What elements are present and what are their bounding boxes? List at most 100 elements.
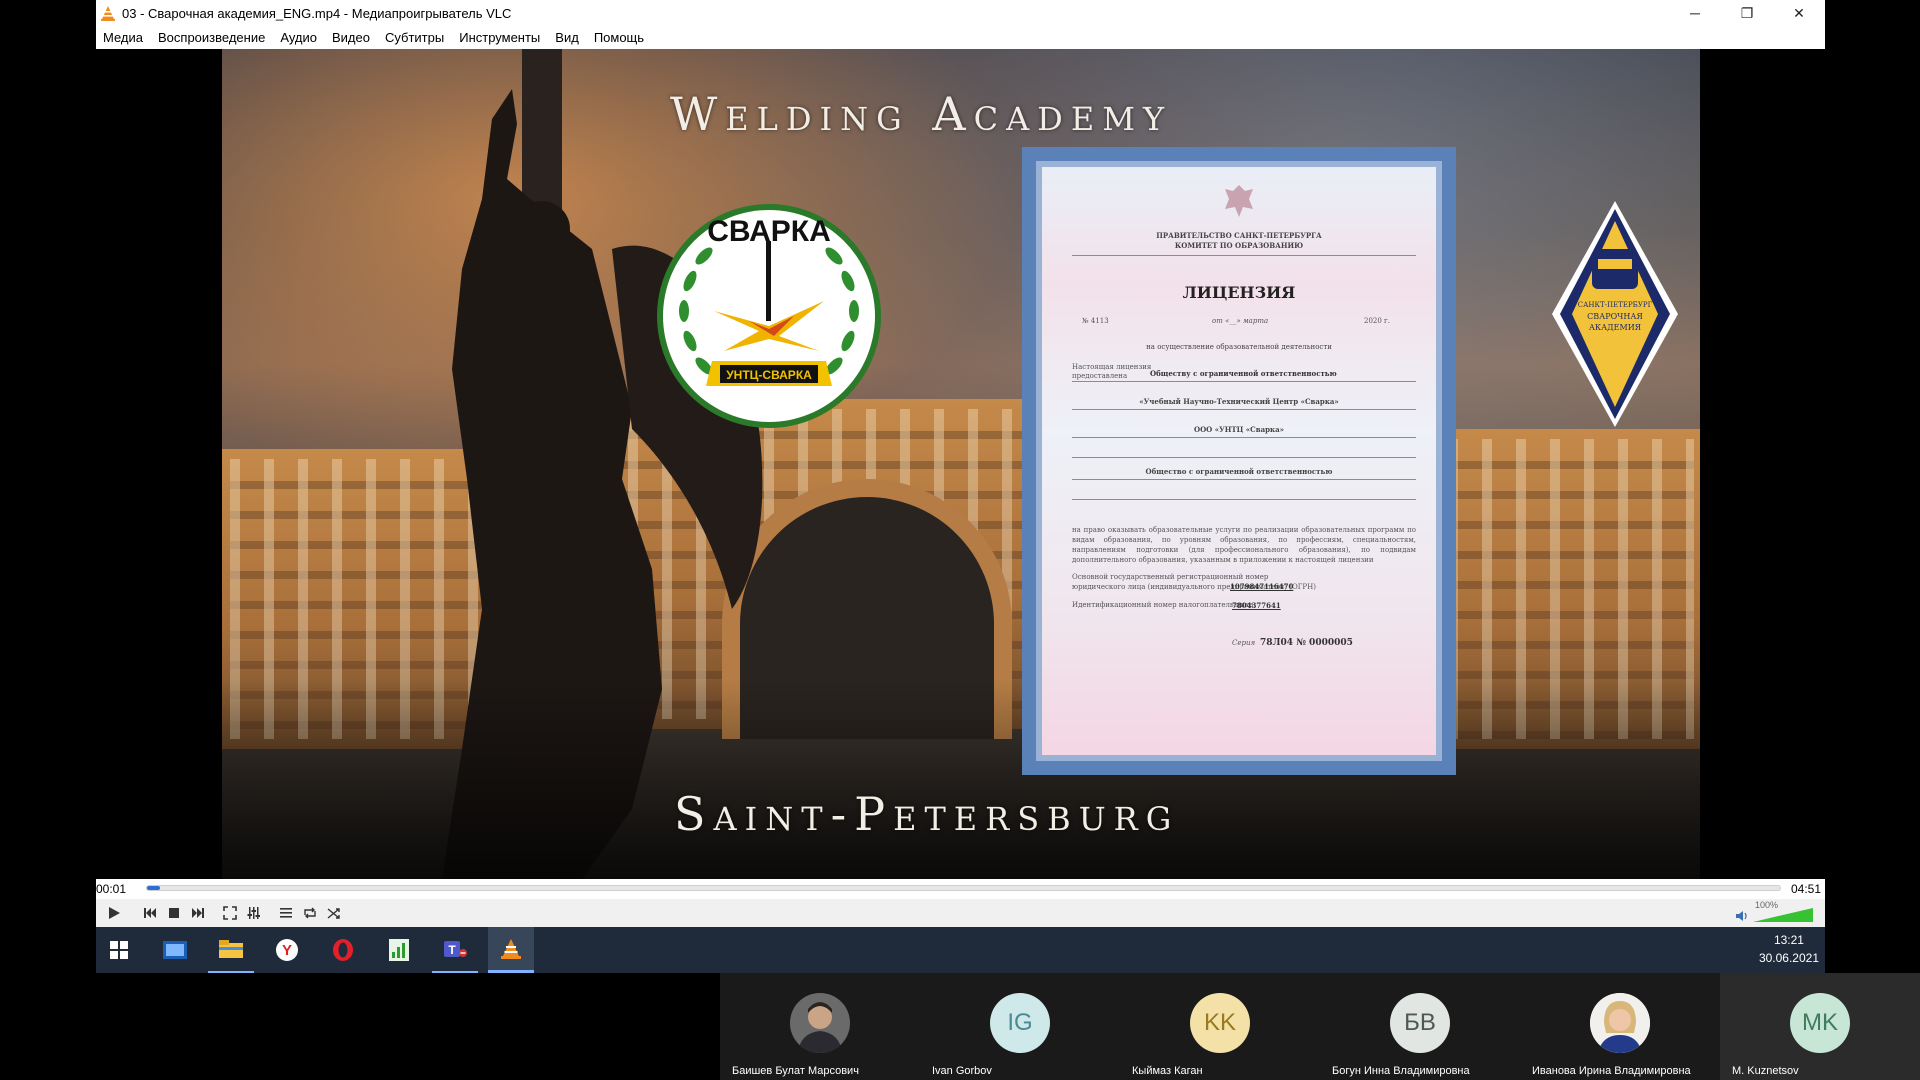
menu-audio[interactable]: Аудио bbox=[280, 30, 317, 45]
loop-icon bbox=[304, 907, 316, 919]
menu-help[interactable]: Помощь bbox=[594, 30, 644, 45]
start-button[interactable] bbox=[96, 927, 142, 973]
playlist-button[interactable] bbox=[274, 902, 298, 924]
svg-text:T: T bbox=[448, 943, 456, 957]
menu-tools[interactable]: Инструменты bbox=[459, 30, 540, 45]
person-photo-icon bbox=[1590, 993, 1650, 1053]
menu-playback[interactable]: Воспроизведение bbox=[158, 30, 265, 45]
menu-view[interactable]: Вид bbox=[555, 30, 579, 45]
participant-name: M. Kuznetsov bbox=[1732, 1065, 1799, 1077]
stop-button[interactable] bbox=[162, 902, 186, 924]
taskbar-teams[interactable]: T bbox=[432, 927, 478, 973]
screen-app-icon bbox=[163, 941, 187, 959]
welding-academy-logo: САНКТ-ПЕТЕРБУРГ СВАРОЧНАЯ АКАДЕМИЯ bbox=[1550, 199, 1680, 434]
license-number: 4113 bbox=[1090, 317, 1109, 325]
license-org-form: Обществу с ограниченной ответственностью bbox=[1150, 369, 1337, 378]
academy-line-2: СВАРОЧНАЯ bbox=[1587, 312, 1643, 321]
svarka-title-text: СВАРКА bbox=[707, 215, 831, 248]
vlc-window: 03 - Сварочная академия_ENG.mp4 - Медиап… bbox=[96, 0, 1825, 973]
license-heading: ЛИЦЕНЗИЯ bbox=[1182, 283, 1296, 302]
participant-tile[interactable]: MK M. Kuznetsov bbox=[1720, 973, 1920, 1080]
participant-name: Иванова Ирина Владимировна bbox=[1532, 1065, 1691, 1077]
seek-progress bbox=[147, 886, 161, 890]
menu-media[interactable]: Медиа bbox=[103, 30, 143, 45]
close-button[interactable]: ✕ bbox=[1773, 0, 1825, 26]
participant-initials-avatar: KK bbox=[1190, 993, 1250, 1053]
previous-icon bbox=[144, 908, 156, 918]
next-button[interactable] bbox=[186, 902, 210, 924]
menu-video[interactable]: Видео bbox=[332, 30, 370, 45]
taskbar-file-explorer[interactable] bbox=[208, 927, 254, 973]
volume-control[interactable]: 100% bbox=[1735, 900, 1819, 924]
shuffle-icon bbox=[327, 908, 340, 919]
svarka-logo: УНТЦ-СВАРКА СВАРКА bbox=[654, 201, 884, 436]
participant-tile[interactable]: IG Ivan Gorbov bbox=[920, 973, 1120, 1080]
windows-start-icon bbox=[110, 941, 128, 959]
participant-tile[interactable]: KK Кыймаз Каган bbox=[1120, 973, 1320, 1080]
clock-date: 30.06.2021 bbox=[1758, 951, 1819, 965]
play-icon bbox=[109, 907, 120, 919]
seek-slider[interactable] bbox=[146, 885, 1781, 891]
participant-name: Ivan Gorbov bbox=[932, 1065, 992, 1077]
loop-button[interactable] bbox=[298, 902, 322, 924]
participant-name: Баишев Булат Марсович bbox=[732, 1065, 859, 1077]
taskbar-yandex-browser[interactable]: Y bbox=[264, 927, 310, 973]
license-issuer-1: ПРАВИТЕЛЬСТВО САНКТ-ПЕТЕРБУРГА bbox=[1156, 231, 1322, 240]
menu-bar: Медиа Воспроизведение Аудио Видео Субтит… bbox=[96, 26, 1825, 49]
play-button[interactable] bbox=[100, 902, 128, 924]
license-series: 78Л04 № 0000005 bbox=[1260, 638, 1353, 648]
license-year: 2020 г. bbox=[1364, 317, 1390, 325]
fullscreen-icon bbox=[223, 906, 237, 920]
stop-icon bbox=[169, 908, 179, 918]
taskbar-clock[interactable]: 13:21 30.06.2021 bbox=[1759, 931, 1819, 967]
time-elapsed: 00:01 bbox=[96, 882, 127, 896]
opera-icon bbox=[333, 939, 353, 961]
person-photo-icon bbox=[790, 993, 850, 1053]
previous-button[interactable] bbox=[138, 902, 162, 924]
license-inn-label: Идентификационный номер налогоплательщик… bbox=[1072, 601, 1254, 609]
bottom-shade bbox=[222, 679, 1700, 879]
participant-tile[interactable]: БВ Богун Инна Владимировна bbox=[1320, 973, 1520, 1080]
headline-top: Welding Academy bbox=[670, 87, 1173, 141]
license-document: ПРАВИТЕЛЬСТВО САНКТ-ПЕТЕРБУРГА КОМИТЕТ П… bbox=[1022, 147, 1456, 775]
restore-button[interactable]: ❐ bbox=[1721, 0, 1773, 26]
playback-controls: 100% bbox=[96, 899, 1825, 927]
minimize-button[interactable]: ─ bbox=[1669, 0, 1721, 26]
academy-line-3: АКАДЕМИЯ bbox=[1589, 323, 1642, 332]
license-rights-text: на право оказывать образовательные услуг… bbox=[1072, 526, 1416, 564]
volume-slider[interactable] bbox=[1753, 908, 1813, 922]
video-area[interactable]: Welding Academy Saint-Petersburg УНТЦ-СВ… bbox=[96, 49, 1825, 879]
participant-photo-avatar bbox=[1590, 993, 1650, 1053]
window-title: 03 - Сварочная академия_ENG.mp4 - Медиап… bbox=[122, 5, 512, 21]
extended-settings-button[interactable] bbox=[242, 902, 266, 924]
menu-subtitles[interactable]: Субтитры bbox=[385, 30, 444, 45]
participant-tile[interactable]: Иванова Ирина Владимировна bbox=[1520, 973, 1720, 1080]
license-purpose: на осуществление образовательной деятель… bbox=[1146, 343, 1332, 351]
svarka-ribbon-text: УНТЦ-СВАРКА bbox=[726, 368, 812, 382]
taskbar-screen-app[interactable] bbox=[152, 927, 198, 973]
license-issuer-2: КОМИТЕТ ПО ОБРАЗОВАНИЮ bbox=[1174, 241, 1304, 250]
taskbar-vlc[interactable] bbox=[488, 927, 534, 973]
license-provided-label-1: Настоящая лицензия bbox=[1072, 363, 1152, 371]
video-frame: Welding Academy Saint-Petersburg УНТЦ-СВ… bbox=[222, 49, 1700, 879]
speaker-icon bbox=[1736, 911, 1747, 921]
playlist-icon bbox=[280, 908, 292, 918]
taskbar-chart-app[interactable] bbox=[376, 927, 422, 973]
vlc-cone-icon bbox=[101, 6, 115, 21]
windows-taskbar: Y T 13:21 30.06.2021 bbox=[96, 927, 1825, 973]
taskbar-opera[interactable] bbox=[320, 927, 366, 973]
participants-strip: Баишев Булат Марсович IG Ivan Gorbov KK … bbox=[720, 973, 1920, 1080]
fullscreen-button[interactable] bbox=[218, 902, 242, 924]
participant-tile[interactable]: Баишев Булат Марсович bbox=[720, 973, 920, 1080]
headline-bottom: Saint-Petersburg bbox=[674, 787, 1180, 841]
participant-initials-avatar: БВ bbox=[1390, 993, 1450, 1053]
volume-percent: 100% bbox=[1755, 900, 1779, 910]
participant-name: Кыймаз Каган bbox=[1132, 1065, 1203, 1077]
license-ogrn: 1079847116470 bbox=[1230, 582, 1294, 591]
license-org-short: ООО «УНТЦ «Сварка» bbox=[1193, 425, 1284, 434]
participant-name: Богун Инна Владимировна bbox=[1332, 1065, 1470, 1077]
shuffle-button[interactable] bbox=[322, 902, 346, 924]
license-org-name: «Учебный Научно-Технический Центр «Сварк… bbox=[1139, 397, 1339, 406]
license-provided-label-2: предоставлена bbox=[1072, 372, 1128, 380]
license-series-label: Серия bbox=[1232, 639, 1256, 647]
